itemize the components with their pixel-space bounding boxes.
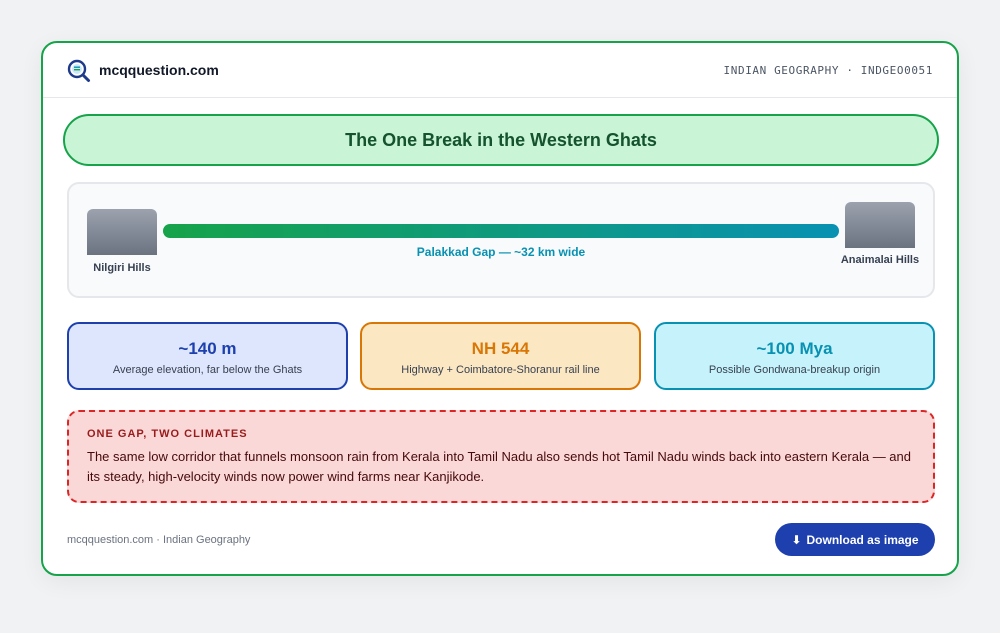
callout-body: The same low corridor that funnels monso… <box>87 449 911 484</box>
topic-code: INDIAN GEOGRAPHY · INDGEO0051 <box>723 64 933 77</box>
stat-value: ~140 m <box>178 339 237 358</box>
site-name[interactable]: mcqquestion.com <box>99 62 219 78</box>
page-title: The One Break in the Western Ghats <box>63 114 939 166</box>
stat-card-highway: NH 544 Highway + Coimbatore-Shoranur rai… <box>360 322 641 390</box>
nilgiri-hills-block <box>87 209 157 255</box>
stat-value: ~100 Mya <box>756 339 833 358</box>
stat-card-origin: ~100 Mya Possible Gondwana-breakup origi… <box>654 322 935 390</box>
left-hill-label: Nilgiri Hills <box>93 262 151 274</box>
magnifier-logo-icon <box>67 59 90 82</box>
footer-credit: mcqquestion.com · Indian Geography <box>67 534 251 546</box>
callout-heading: ONE GAP, TWO CLIMATES <box>87 428 248 440</box>
download-image-button[interactable]: ⬇ Download as image <box>775 523 935 556</box>
stat-card-elevation: ~140 m Average elevation, far below the … <box>67 322 348 390</box>
download-arrow-icon: ⬇ <box>791 532 802 547</box>
anaimalai-hills-block <box>845 202 915 248</box>
gap-label: Palakkad Gap — ~32 km wide <box>416 245 586 259</box>
stat-value: NH 544 <box>471 339 530 358</box>
palakkad-gap-bar <box>163 224 839 238</box>
card-header: mcqquestion.com INDIAN GEOGRAPHY · INDGE… <box>43 43 957 98</box>
question-card: mcqquestion.com INDIAN GEOGRAPHY · INDGE… <box>41 41 959 576</box>
download-button-label: Download as image <box>806 532 919 547</box>
gap-diagram: Nilgiri Hills Palakkad Gap — ~32 km wide… <box>67 182 935 298</box>
stat-caption: Highway + Coimbatore-Shoranur rail line <box>401 364 600 376</box>
stat-caption: Average elevation, far below the Ghats <box>112 364 303 376</box>
right-hill-label: Anaimalai Hills <box>840 254 920 266</box>
climate-callout: ONE GAP, TWO CLIMATES The same low corri… <box>67 410 935 503</box>
stat-caption: Possible Gondwana-breakup origin <box>708 364 881 376</box>
